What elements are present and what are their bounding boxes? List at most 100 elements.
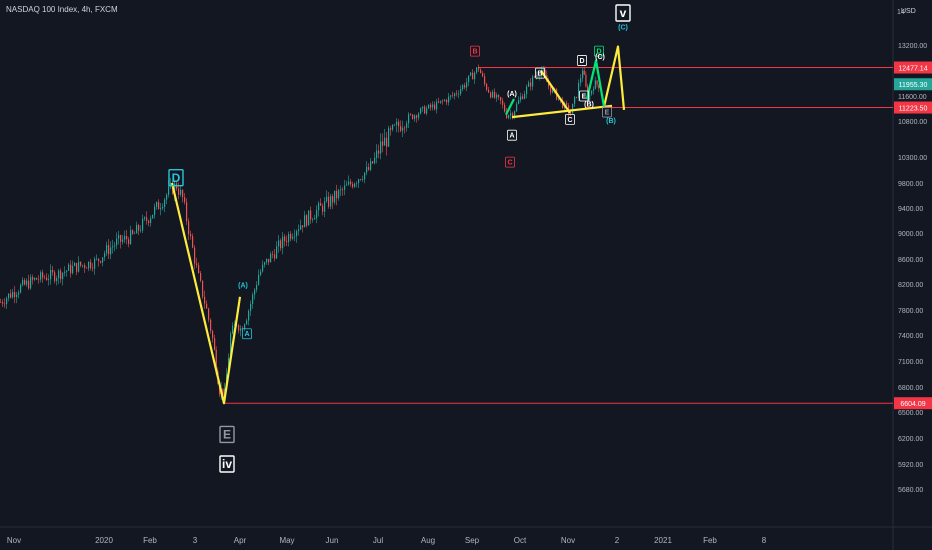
candle-body <box>180 189 182 195</box>
candle-body <box>566 102 568 106</box>
candle-body <box>446 99 448 103</box>
candle-body <box>88 261 90 269</box>
candle-body <box>316 210 318 219</box>
candle-body <box>76 263 78 272</box>
candle-body <box>428 104 430 109</box>
candle-body <box>518 100 520 104</box>
candle-body <box>318 203 320 211</box>
candle-body <box>26 280 28 285</box>
candle-body <box>60 270 62 280</box>
elliott-wave-line <box>602 45 626 110</box>
candle-body <box>72 265 74 274</box>
y-tick-label: 7100.00 <box>898 359 923 366</box>
elliott-wave-line <box>540 70 571 114</box>
candle-body <box>160 208 162 210</box>
candle-body <box>164 199 166 207</box>
candle-body <box>140 230 142 231</box>
candle-body <box>292 236 294 239</box>
candle-body <box>120 235 122 242</box>
x-tick-label: 3 <box>193 536 198 545</box>
candle-body <box>388 128 390 147</box>
candle-body <box>50 269 52 280</box>
candle-body <box>100 261 102 263</box>
candle-body <box>92 267 94 269</box>
candle-body <box>266 258 268 263</box>
candle-body <box>442 100 444 102</box>
y-tick-label: 8200.00 <box>898 282 923 289</box>
candle-body <box>184 197 186 203</box>
candle-body <box>314 218 316 220</box>
price-chart[interactable]: 13200.0012400.0011600.0010800.0010300.00… <box>0 0 932 550</box>
candle-body <box>42 272 44 278</box>
candle-body <box>158 202 160 210</box>
candle-body <box>276 246 278 259</box>
candle-body <box>302 225 304 228</box>
candle-body <box>108 245 110 255</box>
price-tag-label: 6604.09 <box>900 401 925 408</box>
candle-body <box>480 69 482 74</box>
candle-body <box>498 94 500 98</box>
candle-body <box>308 210 310 226</box>
candle-body <box>476 67 478 73</box>
candle-body <box>594 80 596 90</box>
candle-body <box>596 80 598 85</box>
wave-label: C <box>567 117 572 124</box>
candle-body <box>336 190 338 199</box>
candle-body <box>250 303 252 311</box>
candle-body <box>84 265 86 268</box>
y-tick-label: 8600.00 <box>898 257 923 264</box>
candle-body <box>188 221 190 235</box>
candle-body <box>38 279 40 281</box>
candle-body <box>298 229 300 232</box>
candle-body <box>334 190 336 203</box>
candle-body <box>86 267 88 269</box>
candle-body <box>386 137 388 147</box>
candle-body <box>200 273 202 281</box>
candle-body <box>246 320 248 325</box>
wave-label: E <box>605 109 610 116</box>
candle-body <box>410 114 412 116</box>
currency-label[interactable]: USD <box>901 8 916 15</box>
wave-label: D <box>172 171 181 185</box>
candle-body <box>490 92 492 98</box>
candle-body <box>94 258 96 269</box>
candle-body <box>20 285 22 293</box>
x-tick-label: Apr <box>234 536 247 545</box>
candle-body <box>378 150 380 154</box>
candle-body <box>330 196 332 207</box>
wave-label: iv <box>222 457 232 471</box>
x-tick-label: Jul <box>373 536 383 545</box>
y-tick-label: 5680.00 <box>898 487 923 494</box>
candle-body <box>14 291 16 297</box>
candle-body <box>58 270 60 279</box>
candle-body <box>582 70 584 79</box>
candle-body <box>258 274 260 285</box>
candle-body <box>422 106 424 109</box>
y-tick-label: 5920.00 <box>898 462 923 469</box>
price-tag-label: 12477.14 <box>898 66 927 73</box>
x-tick-label: Oct <box>514 536 527 545</box>
candle-body <box>182 189 184 198</box>
candle-body <box>312 219 314 221</box>
wave-label: (B) <box>606 118 616 125</box>
candle-body <box>346 184 348 186</box>
candle-body <box>146 217 148 221</box>
candle-body <box>534 76 536 78</box>
candle-body <box>274 254 276 259</box>
candle-body <box>492 91 494 98</box>
candle-body <box>576 96 578 98</box>
candle-body <box>460 89 462 94</box>
candle-body <box>74 263 76 266</box>
candle-body <box>114 245 116 247</box>
candle-body <box>574 96 576 104</box>
candle-body <box>126 235 128 240</box>
candle-body <box>404 127 406 129</box>
candle-body <box>380 141 382 154</box>
candle-body <box>268 258 270 263</box>
candle-body <box>456 93 458 95</box>
wave-label: (C) <box>595 54 605 61</box>
candle-body <box>360 179 362 180</box>
candle-body <box>270 253 272 263</box>
y-tick-label: 6500.00 <box>898 410 923 417</box>
candle-body <box>530 82 532 87</box>
